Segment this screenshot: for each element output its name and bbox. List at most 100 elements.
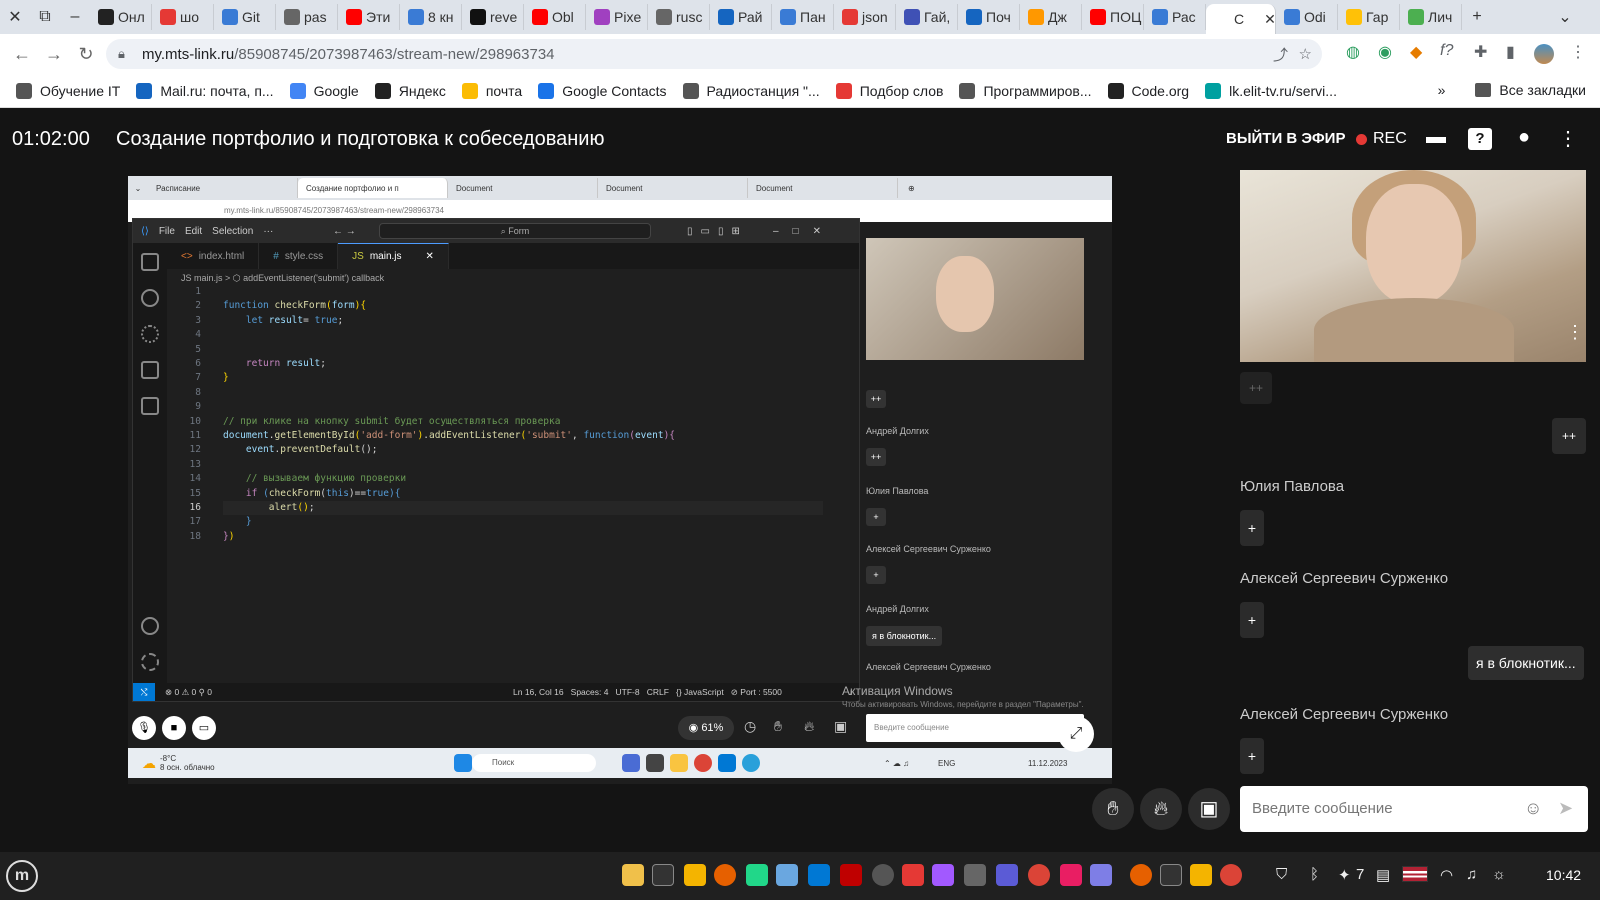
extension-icon[interactable]: ◆ [1410,42,1422,62]
github-icon[interactable] [872,864,894,886]
new-tab-icon[interactable]: + [1462,8,1492,26]
tab-search-icon[interactable]: ⧉ [30,8,60,26]
minimize-icon[interactable]: – [60,8,90,26]
screen-share[interactable]: ⌄ Расписание Создание портфолио и п Docu… [128,176,1112,784]
more-bookmarks-icon[interactable]: » [1438,82,1446,98]
browser-tab[interactable]: С ✕ [1206,4,1276,34]
puzzle-icon[interactable]: ✚ [1474,42,1487,62]
text-editor-icon[interactable] [1090,864,1112,886]
bookmark-item[interactable]: Программиров... [959,82,1092,99]
pycharm-icon[interactable] [746,864,768,886]
browser-tab[interactable]: Git [214,4,276,30]
all-bookmarks[interactable]: » Все закладки [1438,82,1586,98]
browser-tab[interactable]: reve [462,4,524,30]
browser-tab[interactable]: Гай, [896,4,958,30]
star-icon[interactable]: ☆ [1299,45,1312,63]
extension-icon[interactable]: ◍ [1346,42,1360,62]
mint-menu-icon[interactable]: m [6,860,38,892]
video-app-icon[interactable] [996,864,1018,886]
chat-icon[interactable]: ▬ [1424,126,1448,149]
reaction-button[interactable]: ++ [1552,418,1586,454]
browser-tab[interactable]: pas [276,4,338,30]
bluetooth-icon[interactable]: ᛒ [1310,866,1319,883]
browser-tab[interactable]: ПОЦ [1082,4,1144,30]
speaker-video[interactable] [1240,170,1586,362]
extension-icon[interactable]: ◉ [1378,42,1392,62]
bookmark-item[interactable]: Яндекс [374,82,446,99]
bookmark-item[interactable]: lk.elit-tv.ru/servi... [1205,82,1337,99]
menu-icon[interactable]: ⋮ [1570,42,1586,62]
bookmark-item[interactable]: Google Contacts [538,82,667,99]
forward-icon[interactable]: → [38,44,70,65]
chevron-down-icon[interactable]: ⌄ [1550,7,1580,27]
video-menu-icon[interactable]: ⋮ [1566,322,1584,343]
sidepanel-icon[interactable]: ▮ [1506,42,1515,62]
browser-tab[interactable]: Онл [90,4,152,30]
close-icon[interactable]: ✕ [0,7,30,27]
reaction-button[interactable]: ++ [1240,372,1272,404]
brightness-icon[interactable]: ☼ [1492,866,1506,883]
us-flag-icon[interactable] [1402,866,1428,882]
emoji-icon[interactable]: ☺ [1524,798,1542,819]
url-bar[interactable]: 🔒︎ my.mts-link.ru/85908745/2073987463/st… [106,39,1322,69]
xmind-icon[interactable] [902,864,924,886]
bookmark-item[interactable]: почта [461,82,522,99]
plus-button[interactable]: + [1240,738,1264,774]
browser-tab[interactable]: Дж [1020,4,1082,30]
browser-tab[interactable]: шо [152,4,214,30]
music-icon[interactable]: ♫ [1466,866,1477,883]
filezilla-icon[interactable] [840,864,862,886]
vscode-icon[interactable] [808,864,830,886]
browser-tab[interactable]: rusc [648,4,710,30]
bookmark-item[interactable]: Радиостанция "... [682,82,820,99]
plus-button[interactable]: + [1240,602,1264,638]
plus-button[interactable]: + [1240,510,1264,546]
firefox-icon[interactable] [714,864,736,886]
pip-button[interactable]: ▣ [1188,788,1230,830]
browser-tab[interactable]: Гар [1338,4,1400,30]
send-icon[interactable]: ➤ [1558,798,1573,819]
user-icon[interactable]: ● [1512,126,1536,149]
chrome-icon[interactable] [1028,864,1050,886]
raise-hand-button[interactable]: ✋︎ [1092,788,1134,830]
bookmark-item[interactable]: Обучение IT [16,82,120,99]
chat-input[interactable]: Введите сообщение ☺ ➤ [1240,786,1588,832]
reload-icon[interactable]: ↻ [70,44,102,65]
bookmark-item[interactable]: Google [289,82,359,99]
lock-icon[interactable]: 🔒︎ [118,46,125,62]
bookmark-item[interactable]: Подбор слов [835,82,943,99]
back-icon[interactable]: ← [6,44,38,65]
browser-tab[interactable]: json [834,4,896,30]
browser-tab[interactable]: Эти [338,4,400,30]
app-icon[interactable] [776,864,798,886]
terminal-icon[interactable] [1160,864,1182,886]
close-icon[interactable]: ✕ [1264,11,1275,28]
expand-icon[interactable]: ⤢ [1058,716,1094,752]
browser-tab[interactable]: Поч [958,4,1020,30]
profile-avatar[interactable] [1534,44,1554,64]
browser-tab[interactable]: Рас [1144,4,1206,30]
bookmark-item[interactable]: Mail.ru: почта, п... [136,82,274,99]
figma-icon[interactable] [932,864,954,886]
browser-tab[interactable]: Рай [710,4,772,30]
browser-tab[interactable]: 8 кн [400,4,462,30]
notifications-icon[interactable]: ✦ [1338,866,1351,884]
notes-icon[interactable] [622,864,644,886]
folder-icon[interactable] [684,864,706,886]
bookmark-item[interactable]: Code.org [1107,82,1189,99]
folder-icon[interactable] [1190,864,1212,886]
browser-tab[interactable]: Obl [524,4,586,30]
go-live-button[interactable]: ВЫЙТИ В ЭФИР [1226,130,1345,147]
help-icon[interactable]: ? [1468,128,1492,150]
terminal-icon[interactable] [652,864,674,886]
fire-button[interactable]: 🔥︎ [1140,788,1182,830]
wifi-icon[interactable]: ◠ [1440,866,1453,884]
firefox-icon[interactable] [1130,864,1152,886]
browser-tab[interactable]: Лич [1400,4,1462,30]
rec-indicator[interactable]: REC [1356,130,1407,148]
formula-icon[interactable]: f? [1440,42,1453,60]
image-viewer-icon[interactable] [1060,864,1082,886]
shield-icon[interactable]: ⛉ [1276,866,1287,883]
browser-tab[interactable]: Pixe [586,4,648,30]
browser-tab[interactable]: Odi [1276,4,1338,30]
